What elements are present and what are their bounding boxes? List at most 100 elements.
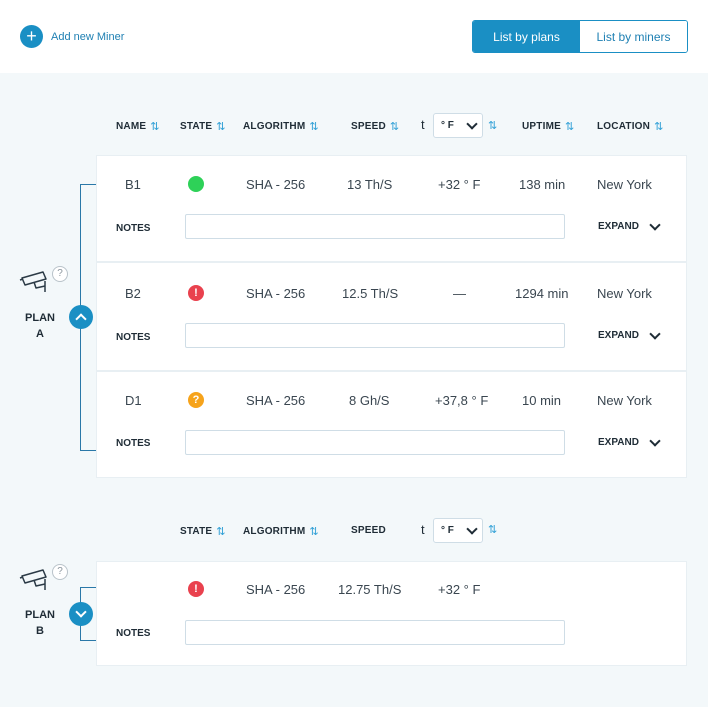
notes-field[interactable] <box>185 214 565 239</box>
miner-algorithm: SHA - 256 <box>246 286 306 301</box>
column-header-uptime[interactable]: UPTIME ⇅ <box>522 120 574 133</box>
miner-location: New York <box>597 177 652 192</box>
chevron-down-icon <box>649 434 661 447</box>
sort-icon: ⇅ <box>150 121 159 133</box>
column-header-name-label: NAME <box>116 121 147 132</box>
miner-location: New York <box>597 393 652 408</box>
list-by-miners-button[interactable]: List by miners <box>580 21 687 52</box>
notes-field[interactable] <box>185 430 565 455</box>
miner-location: New York <box>597 286 652 301</box>
column-header-location[interactable]: LOCATION ⇅ <box>597 120 663 133</box>
notes-label: NOTES <box>116 438 151 449</box>
chevron-up-icon <box>75 313 87 325</box>
plan-b-label: PLAN B <box>20 607 60 639</box>
temperature-label: t <box>421 522 425 537</box>
notes-field[interactable] <box>185 620 565 645</box>
temperature-sort-icon[interactable]: ⇅ <box>488 523 497 536</box>
help-icon[interactable]: ? <box>52 564 68 580</box>
miner-name: B1 <box>125 177 141 192</box>
status-warning-icon: ? <box>188 392 204 408</box>
miner-speed: 8 Gh/S <box>349 393 390 408</box>
plan-a-label: PLAN A <box>20 310 60 342</box>
chevron-down-icon <box>649 327 661 340</box>
temperature-unit-select[interactable]: ° F <box>433 113 483 138</box>
temperature-unit-value: ° F <box>441 120 454 131</box>
temperature-label: t <box>421 117 425 132</box>
column-header-algorithm-label: ALGORITHM <box>243 526 306 537</box>
miner-speed: 13 Th/S <box>347 177 393 192</box>
column-header-algorithm-label: ALGORITHM <box>243 121 306 132</box>
status-ok-icon <box>188 176 204 192</box>
plan-label-line: A <box>36 328 44 340</box>
status-error-icon: ! <box>188 581 204 597</box>
column-header-algorithm[interactable]: ALGORITHM ⇅ <box>243 525 319 538</box>
list-by-plans-button[interactable]: List by plans <box>473 21 580 52</box>
miner-algorithm: SHA - 256 <box>246 582 306 597</box>
plan-a-collapse-button[interactable] <box>69 305 93 329</box>
column-header-location-label: LOCATION <box>597 121 651 132</box>
plan-label-line: PLAN <box>25 312 55 324</box>
column-header-speed[interactable]: SPEED ⇅ <box>351 120 399 133</box>
plus-icon: + <box>20 25 43 48</box>
chevron-down-icon <box>75 606 87 618</box>
column-header-uptime-label: UPTIME <box>522 121 561 132</box>
miner-card: ! SHA - 256 12.75 Th/S +32 ° F NOTES <box>96 561 687 666</box>
miner-speed: 12.5 Th/S <box>342 286 399 301</box>
plan-label-line: B <box>36 625 44 637</box>
column-header-algorithm[interactable]: ALGORITHM ⇅ <box>243 120 319 133</box>
sort-icon: ⇅ <box>309 121 318 133</box>
column-header-speed: SPEED <box>351 525 386 536</box>
sort-icon: ⇅ <box>309 526 318 538</box>
temperature-sort-icon[interactable]: ⇅ <box>488 119 497 132</box>
column-header-state-label: STATE <box>180 526 213 537</box>
temperature-unit-select[interactable]: ° F <box>433 518 483 543</box>
column-header-speed-label: SPEED <box>351 525 386 536</box>
sort-icon: ⇅ <box>654 121 663 133</box>
add-new-miner-button[interactable]: + Add new Miner <box>20 25 124 48</box>
plan-label-line: PLAN <box>25 609 55 621</box>
chevron-down-icon <box>649 218 661 231</box>
expand-button[interactable]: EXPAND <box>598 218 661 232</box>
miner-temperature: +37,8 ° F <box>435 393 489 408</box>
sort-icon: ⇅ <box>216 526 225 538</box>
miner-uptime: 138 min <box>519 177 566 192</box>
miner-temperature: — <box>453 286 466 301</box>
sort-icon: ⇅ <box>389 121 399 133</box>
notes-label: NOTES <box>116 223 151 234</box>
miner-card: B2 ! SHA - 256 12.5 Th/S — 1294 min New … <box>96 262 687 371</box>
column-header-name[interactable]: NAME ⇅ <box>116 120 160 133</box>
expand-button[interactable]: EXPAND <box>598 434 661 448</box>
add-new-miner-label: Add new Miner <box>51 30 125 43</box>
column-header-state[interactable]: STATE ⇅ <box>180 120 226 133</box>
miner-uptime: 10 min <box>522 393 562 408</box>
chevron-down-icon <box>466 523 478 535</box>
notes-field[interactable] <box>185 323 565 348</box>
expand-label: EXPAND <box>598 437 639 448</box>
sort-icon: ⇅ <box>564 121 574 133</box>
miner-temperature: +32 ° F <box>438 582 481 597</box>
miner-card: D1 ? SHA - 256 8 Gh/S +37,8 ° F 10 min N… <box>96 371 687 478</box>
column-header-state-label: STATE <box>180 121 213 132</box>
help-icon[interactable]: ? <box>52 266 68 282</box>
miner-uptime: 1294 min <box>515 286 569 301</box>
status-error-icon: ! <box>188 285 204 301</box>
expand-label: EXPAND <box>598 221 639 232</box>
expand-label: EXPAND <box>598 330 639 341</box>
sort-icon: ⇅ <box>216 121 225 133</box>
plan-b-expand-button[interactable] <box>69 602 93 626</box>
temperature-unit-value: ° F <box>441 525 454 536</box>
miner-name: D1 <box>125 393 142 408</box>
column-header-state[interactable]: STATE ⇅ <box>180 525 226 538</box>
miner-algorithm: SHA - 256 <box>246 177 306 192</box>
miner-name: B2 <box>125 286 141 301</box>
notes-label: NOTES <box>116 628 151 639</box>
miner-temperature: +32 ° F <box>438 177 481 192</box>
security-camera-icon <box>19 569 47 590</box>
chevron-down-icon <box>466 118 478 130</box>
column-header-speed-label: SPEED <box>351 121 386 132</box>
security-camera-icon <box>19 271 47 292</box>
notes-label: NOTES <box>116 332 151 343</box>
view-toggle: List by plans List by miners <box>472 20 688 53</box>
miner-speed: 12.75 Th/S <box>338 582 402 597</box>
expand-button[interactable]: EXPAND <box>598 327 661 341</box>
